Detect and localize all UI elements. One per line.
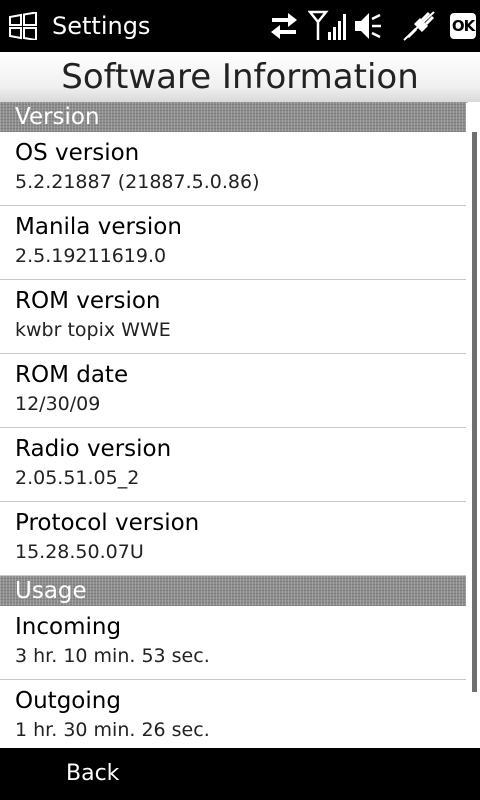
settings-list: Version OS version 5.2.21887 (21887.5.0.… bbox=[0, 102, 466, 754]
item-value: 3 hr. 10 min. 53 sec. bbox=[15, 645, 210, 667]
item-value: 12/30/09 bbox=[15, 393, 101, 415]
signal-strength-icon bbox=[308, 10, 346, 40]
item-label: ROM version bbox=[15, 288, 161, 314]
item-value: kwbr topix WWE bbox=[15, 319, 171, 341]
list-item-protocol-version[interactable]: Protocol version 15.28.50.07U bbox=[0, 502, 466, 576]
back-button[interactable]: Back bbox=[66, 758, 119, 790]
item-value: 2.05.51.05_2 bbox=[15, 467, 140, 489]
list-item-os-version[interactable]: OS version 5.2.21887 (21887.5.0.86) bbox=[0, 132, 466, 206]
bottom-softkey-bar: Back bbox=[0, 748, 480, 800]
item-label: ROM date bbox=[15, 362, 129, 388]
item-value: 15.28.50.07U bbox=[15, 541, 144, 563]
scrollbar-thumb[interactable] bbox=[472, 132, 477, 692]
windows-start-icon[interactable] bbox=[8, 12, 38, 40]
list-item-outgoing[interactable]: Outgoing 1 hr. 30 min. 26 sec. bbox=[0, 680, 466, 754]
page-title: Software Information bbox=[61, 57, 419, 97]
item-label: Incoming bbox=[15, 614, 122, 640]
data-transfer-icon bbox=[271, 13, 297, 39]
speaker-muted-icon[interactable] bbox=[352, 10, 384, 42]
item-label: Radio version bbox=[15, 436, 172, 462]
list-item-incoming[interactable]: Incoming 3 hr. 10 min. 53 sec. bbox=[0, 606, 466, 680]
item-value: 5.2.21887 (21887.5.0.86) bbox=[15, 171, 260, 193]
section-header-usage: Usage bbox=[0, 576, 466, 606]
item-value: 1 hr. 30 min. 26 sec. bbox=[15, 719, 210, 741]
section-header-version: Version bbox=[0, 102, 466, 132]
app-title: Settings bbox=[52, 12, 151, 40]
list-item-rom-date[interactable]: ROM date 12/30/09 bbox=[0, 354, 466, 428]
ok-button[interactable]: OK bbox=[450, 13, 476, 39]
list-item-manila-version[interactable]: Manila version 2.5.19211619.0 bbox=[0, 206, 466, 280]
scrollbar[interactable] bbox=[468, 102, 480, 748]
item-label: Protocol version bbox=[15, 510, 200, 536]
page-header: Software Information bbox=[0, 52, 480, 103]
item-label: OS version bbox=[15, 140, 140, 166]
status-bar: Settings OK bbox=[0, 0, 480, 52]
item-label: Outgoing bbox=[15, 688, 121, 714]
charging-plug-icon bbox=[403, 11, 435, 41]
list-item-radio-version[interactable]: Radio version 2.05.51.05_2 bbox=[0, 428, 466, 502]
item-value: 2.5.19211619.0 bbox=[15, 245, 167, 267]
item-label: Manila version bbox=[15, 214, 182, 240]
list-item-rom-version[interactable]: ROM version kwbr topix WWE bbox=[0, 280, 466, 354]
